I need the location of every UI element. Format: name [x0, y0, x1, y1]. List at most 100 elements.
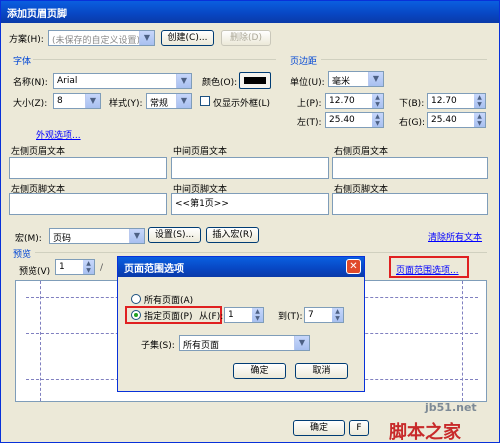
left-margin-value: 25.40 — [329, 115, 355, 125]
chevron-down-icon: ▼ — [176, 74, 191, 88]
spinner-arrows-icon[interactable]: ▲ ▼ — [372, 113, 383, 127]
margins-group-divider — [321, 59, 487, 60]
right-footer-input[interactable] — [332, 193, 488, 215]
from-label: 从(F): — [199, 312, 224, 322]
chevron-down-icon: ▼ — [139, 31, 154, 45]
font-name-label: 名称(N): — [13, 78, 48, 88]
scheme-value: (未保存的自定义设置) — [52, 36, 141, 46]
left-margin-label: 左(T): — [297, 118, 322, 128]
right-margin-value: 25.40 — [431, 115, 457, 125]
to-page-spinner[interactable]: 7 ▲ ▼ — [304, 307, 344, 323]
spinner-arrows-icon[interactable]: ▲ ▼ — [474, 94, 485, 108]
color-swatch — [244, 77, 266, 84]
macro-label: 宏(M): — [15, 234, 42, 244]
right-margin-label: 右(G): — [399, 118, 426, 128]
to-page-value: 7 — [308, 310, 314, 320]
preview-left-margin-line — [40, 281, 41, 401]
center-header-label: 中间页眉文本 — [173, 147, 228, 157]
font-style-select[interactable]: 常规 ▼ — [146, 93, 192, 109]
color-label: 颜色(O): — [202, 78, 238, 88]
left-footer-input[interactable] — [9, 193, 167, 215]
font-size-value: 8 — [57, 96, 63, 106]
delete-button[interactable]: 删除(D) — [221, 30, 271, 46]
subset-select[interactable]: 所有页面 ▼ — [179, 335, 310, 351]
font-style-label: 样式(Y): — [109, 99, 143, 109]
spinner-arrows-icon[interactable]: ▲ ▼ — [83, 260, 94, 274]
right-header-label: 右侧页眉文本 — [334, 147, 389, 157]
font-group-divider — [33, 59, 276, 60]
left-margin-spinner[interactable]: 25.40 ▲ ▼ — [325, 112, 384, 128]
spinner-arrows-icon[interactable]: ▲ ▼ — [332, 308, 343, 322]
chevron-down-icon: ▼ — [368, 72, 383, 86]
font-size-select[interactable]: 8 ▼ — [53, 93, 101, 109]
subset-label: 子集(S): — [141, 341, 175, 351]
preview-page-value: 1 — [59, 262, 65, 272]
spinner-arrows-icon[interactable]: ▲ ▼ — [372, 94, 383, 108]
chevron-down-icon: ▼ — [129, 229, 144, 243]
font-group-title: 字体 — [13, 57, 32, 67]
spinner-arrows-icon[interactable]: ▲ ▼ — [252, 308, 263, 322]
window-titlebar[interactable]: 添加页眉页脚 — [1, 1, 499, 23]
watermark-site: jb51.net — [425, 401, 477, 414]
subset-value: 所有页面 — [183, 341, 220, 351]
ok-button[interactable]: 确定 — [293, 420, 345, 436]
right-header-input[interactable] — [332, 157, 488, 179]
chevron-down-icon: ▼ — [294, 336, 309, 350]
specified-pages-label: 指定页面(P) — [144, 312, 193, 322]
preview-group-title: 预览 — [13, 250, 32, 260]
bottom-margin-label: 下(B): — [399, 99, 425, 109]
preview-group-divider — [35, 252, 487, 253]
unit-label: 单位(U): — [290, 78, 325, 88]
all-pages-radio[interactable] — [131, 294, 141, 304]
top-margin-value: 12.70 — [329, 96, 355, 106]
chevron-down-icon: ▼ — [176, 94, 191, 108]
watermark-text: 脚本之家 — [389, 422, 461, 443]
left-header-input[interactable] — [9, 157, 167, 179]
to-label: 到(T): — [278, 312, 303, 322]
center-footer-input[interactable]: <<第1页>> — [171, 193, 329, 215]
center-footer-value: <<第1页>> — [175, 199, 229, 209]
outline-only-checkbox[interactable] — [200, 96, 210, 106]
cancel-button[interactable]: F — [349, 420, 369, 436]
macro-settings-button[interactable]: 设置(S)... — [148, 227, 201, 243]
font-name-select[interactable]: Arial ▼ — [53, 73, 192, 89]
dialog-cancel-button[interactable]: 取消 — [295, 363, 348, 379]
spinner-arrows-icon[interactable]: ▲ ▼ — [474, 113, 485, 127]
top-margin-label: 上(P): — [297, 99, 322, 109]
dialog-title: 页面范围选项 — [124, 264, 184, 275]
macro-select[interactable]: 页码 ▼ — [49, 228, 145, 244]
all-pages-label: 所有页面(A) — [144, 296, 194, 306]
close-icon[interactable]: ✕ — [346, 259, 361, 274]
scheme-label: 方案(H): — [9, 35, 44, 45]
font-name-value: Arial — [57, 76, 78, 86]
margins-group-title: 页边距 — [290, 57, 318, 67]
right-margin-spinner[interactable]: 25.40 ▲ ▼ — [427, 112, 486, 128]
preview-right-margin-line — [462, 281, 463, 401]
font-size-label: 大小(Z): — [13, 99, 48, 109]
macro-value: 页码 — [53, 234, 72, 244]
font-style-value: 常规 — [150, 99, 169, 109]
dialog-ok-button[interactable]: 确定 — [233, 363, 286, 379]
dialog-titlebar[interactable]: 页面范围选项 ✕ — [118, 257, 364, 277]
center-header-input[interactable] — [171, 157, 329, 179]
color-picker-button[interactable] — [239, 72, 271, 89]
clear-all-text-link[interactable]: 清除所有文本 — [428, 230, 482, 243]
appearance-options-link[interactable]: 外观选项... — [36, 128, 81, 141]
preview-page-spinner[interactable]: 1 ▲ ▼ — [55, 259, 95, 275]
specified-pages-radio[interactable] — [131, 310, 141, 320]
unit-value: 毫米 — [332, 77, 351, 87]
window-title: 添加页眉页脚 — [7, 9, 67, 20]
from-page-spinner[interactable]: 1 ▲ ▼ — [224, 307, 264, 323]
left-header-label: 左侧页眉文本 — [11, 147, 66, 157]
insert-macro-button[interactable]: 插入宏(R) — [206, 227, 259, 243]
chevron-down-icon: ▼ — [85, 94, 100, 108]
outline-only-label: 仅显示外框(L) — [213, 99, 271, 109]
preview-slash: / — [100, 263, 104, 273]
unit-select[interactable]: 毫米 ▼ — [328, 71, 384, 87]
scheme-select[interactable]: (未保存的自定义设置) ▼ — [48, 30, 155, 46]
top-margin-spinner[interactable]: 12.70 ▲ ▼ — [325, 93, 384, 109]
highlight-box — [389, 256, 469, 278]
create-button[interactable]: 创建(C)... — [161, 30, 214, 46]
bottom-margin-spinner[interactable]: 12.70 ▲ ▼ — [427, 93, 486, 109]
page-range-dialog: 页面范围选项 ✕ 所有页面(A) 指定页面(P) 从(F): 1 ▲ ▼ 到(T)… — [117, 256, 365, 392]
